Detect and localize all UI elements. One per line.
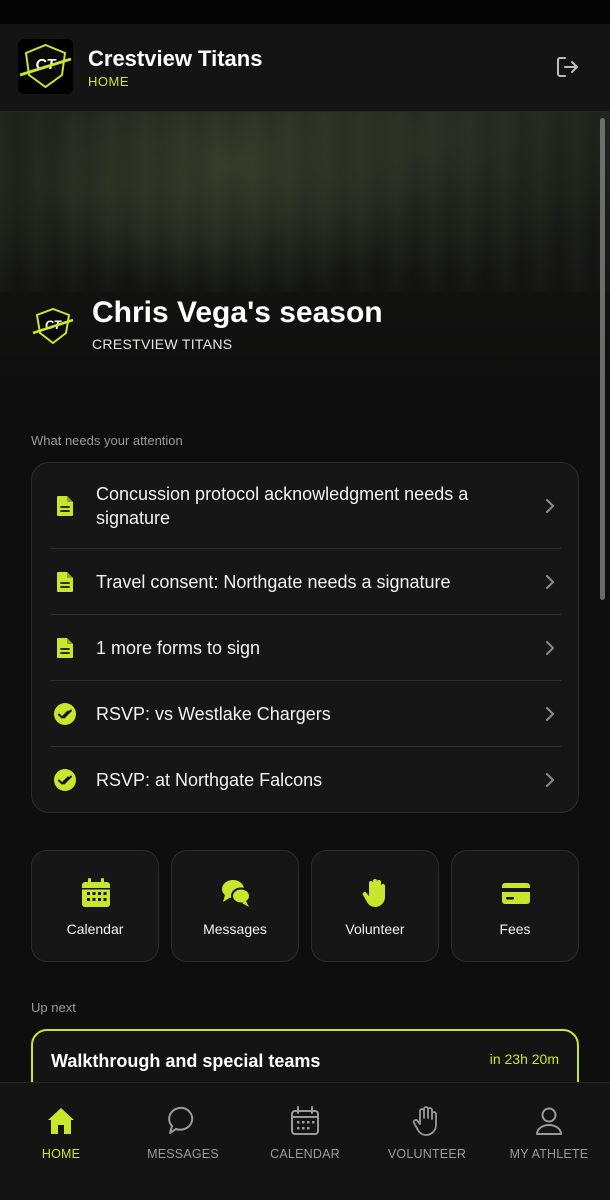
person-icon [536, 1107, 562, 1135]
status-bar [0, 0, 610, 24]
attention-item[interactable]: Concussion protocol acknowledgment needs… [51, 463, 561, 549]
tab-calendar[interactable]: CALENDAR [244, 1083, 366, 1200]
document-icon [57, 496, 73, 516]
event-title: Walkthrough and special teams [51, 1051, 321, 1071]
chat-bubbles-icon [222, 880, 251, 907]
team-logo-icon: CT [19, 43, 72, 89]
attention-item[interactable]: RSVP: at Northgate Falcons [51, 747, 561, 813]
logout-icon [557, 57, 578, 77]
chevron-right-icon [546, 773, 554, 787]
hand-icon [362, 879, 385, 907]
card-icon [502, 883, 530, 904]
document-icon [57, 572, 73, 592]
document-icon [57, 638, 73, 658]
hero-banner [0, 112, 610, 412]
app-header: CT Crestview Titans HOME [0, 24, 610, 112]
event-countdown: in 23h 20m [489, 1051, 559, 1067]
quick-action-label: Fees [499, 921, 531, 937]
tab-my-athlete[interactable]: MY ATHLETE [488, 1083, 610, 1200]
tab-home[interactable]: HOME [0, 1083, 122, 1200]
quick-action-label: Calendar [66, 921, 124, 937]
chevron-right-icon [546, 499, 554, 513]
tab-volunteer[interactable]: VOLUNTEER [366, 1083, 488, 1200]
quick-action-label: Volunteer [345, 921, 405, 937]
team-name: Crestview Titans [88, 46, 263, 71]
attention-item-text: 1 more forms to sign [96, 638, 261, 658]
attention-item-text: RSVP: vs Westlake Chargers [96, 704, 331, 724]
attention-list: Concussion protocol acknowledgment needs… [31, 462, 579, 813]
chevron-right-icon [546, 575, 554, 589]
quick-action-calendar[interactable]: Calendar [31, 850, 159, 962]
logout-button[interactable] [552, 52, 582, 82]
chat-icon [168, 1106, 194, 1134]
season-title: Chris Vega's season [92, 296, 383, 329]
current-section: HOME [88, 74, 129, 89]
tab-label: MY ATHLETE [509, 1147, 589, 1161]
tab-label: MESSAGES [147, 1147, 219, 1161]
attention-item[interactable]: 1 more forms to sign [51, 615, 561, 681]
tab-label: CALENDAR [270, 1147, 340, 1161]
up-next-section-label: Up next [31, 1000, 76, 1015]
tab-messages[interactable]: MESSAGES [122, 1083, 244, 1200]
check-circle-icon [54, 769, 76, 791]
quick-action-volunteer[interactable]: Volunteer [311, 850, 439, 962]
attention-item-text: Travel consent: Northgate needs a signat… [96, 572, 451, 592]
hand-icon [412, 1106, 437, 1136]
team-logo: CT [18, 39, 73, 94]
scrollbar[interactable] [600, 118, 605, 600]
tab-label: VOLUNTEER [387, 1147, 467, 1161]
chevron-right-icon [546, 707, 554, 721]
attention-item[interactable]: Travel consent: Northgate needs a signat… [51, 549, 561, 615]
quick-action-fees[interactable]: Fees [451, 850, 579, 962]
app-screen: CT Crestview Titans HOME CT Chris Vega's… [0, 0, 610, 1200]
calendar-icon [82, 878, 110, 907]
attention-item-text: RSVP: at Northgate Falcons [96, 770, 323, 790]
team-badge-icon: CT [32, 307, 74, 345]
attention-item-text: Concussion protocol acknowledgment needs… [96, 484, 469, 528]
chevron-right-icon [546, 641, 554, 655]
quick-action-messages[interactable]: Messages [171, 850, 299, 962]
attention-item[interactable]: RSVP: vs Westlake Chargers [51, 681, 561, 747]
calendar-icon [291, 1106, 319, 1135]
check-circle-icon [54, 703, 76, 725]
quick-action-label: Messages [203, 921, 267, 937]
home-icon [48, 1108, 74, 1134]
bottom-tab-bar: HOME MESSAGES CALENDAR VOLUNTEER MY ATHL… [0, 1082, 610, 1200]
attention-section-label: What needs your attention [31, 433, 183, 448]
season-team-badge: CT [32, 305, 74, 347]
tab-label: HOME [41, 1147, 81, 1161]
season-team-name: CRESTVIEW TITANS [92, 336, 233, 352]
